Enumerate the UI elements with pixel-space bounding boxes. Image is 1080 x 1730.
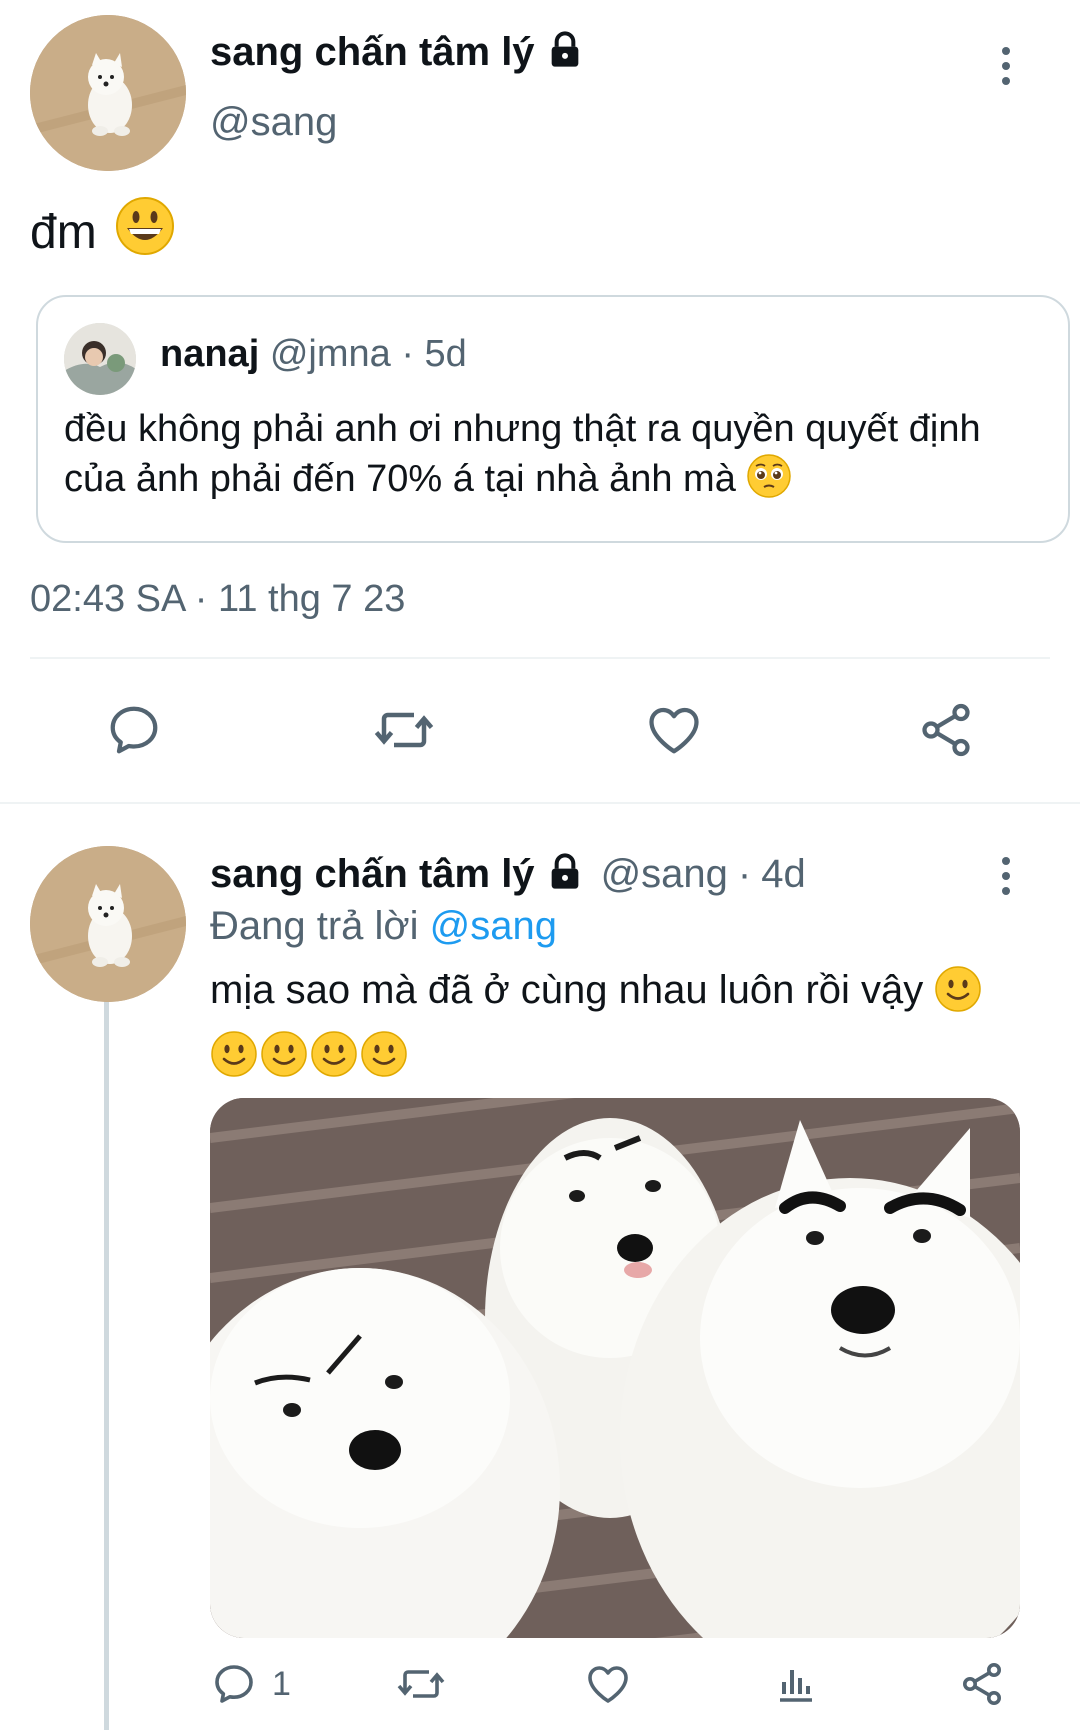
views-icon — [780, 1670, 812, 1702]
reply-icon — [110, 706, 158, 754]
tweet-photo[interactable] — [210, 1098, 1020, 1638]
quoted-author-name: nanaj — [160, 333, 260, 375]
author-name[interactable]: sang chấn tâm lý — [210, 30, 535, 75]
quoted-author-avatar — [64, 323, 136, 395]
reply-button[interactable] — [104, 700, 164, 760]
tweet-timestamp[interactable]: 02:43 SA · 11 thg 7 23 — [30, 578, 405, 621]
slight-smile-emoji — [211, 1031, 257, 1077]
grinning-emoji — [115, 196, 175, 268]
author-handle[interactable]: @sang — [210, 100, 337, 145]
pleading-emoji — [746, 453, 792, 511]
author-avatar[interactable] — [30, 15, 186, 171]
section-divider — [0, 802, 1080, 804]
share-icon — [922, 703, 970, 757]
more-icon[interactable] — [998, 46, 1014, 91]
share-icon — [963, 1663, 1001, 1705]
separator-dot: · — [737, 852, 752, 896]
views-button[interactable] — [772, 1660, 820, 1708]
retweet-icon — [374, 712, 434, 748]
thread-line — [104, 1000, 109, 1730]
replying-to-label: Đang trả lời — [210, 904, 419, 948]
slight-smile-emoji — [261, 1031, 307, 1077]
like-button[interactable] — [584, 1660, 632, 1708]
retweet-button[interactable] — [394, 1660, 448, 1708]
replying-to-handle[interactable]: @sang — [430, 904, 557, 948]
reply-count: 1 — [272, 1664, 291, 1703]
slight-smile-emoji — [934, 965, 982, 1026]
like-icon — [649, 707, 699, 754]
slight-smile-emoji — [311, 1031, 357, 1077]
quoted-tweet-age: 5d — [424, 333, 467, 375]
reply-button[interactable]: 1 — [210, 1660, 291, 1708]
quoted-tweet-card[interactable]: nanaj @jmna · 5d đều không phải anh ơi n… — [36, 295, 1070, 543]
quoted-tweet-text: đều không phải anh ơi nhưng thật ra quyề… — [64, 408, 981, 500]
like-button[interactable] — [644, 700, 704, 760]
retweet-icon — [397, 1670, 445, 1698]
slight-smile-emoji — [361, 1031, 407, 1077]
share-button[interactable] — [958, 1660, 1006, 1708]
quoted-author-handle: @jmna — [269, 333, 391, 375]
reply-text: mịa sao mà đã ở cùng nhau luôn rồi vậy — [210, 968, 924, 1012]
retweet-button[interactable] — [370, 700, 438, 760]
tweet-text: đm — [30, 205, 97, 259]
divider — [30, 657, 1050, 659]
lock-icon — [545, 30, 585, 75]
reply-author-name[interactable]: sang chấn tâm lý — [210, 852, 535, 897]
like-icon — [588, 1666, 628, 1703]
emoji-row — [210, 1030, 408, 1078]
reply-icon — [215, 1665, 253, 1703]
reply-more-icon[interactable] — [998, 856, 1014, 901]
reply-age: 4d — [761, 852, 806, 896]
lock-icon — [545, 852, 585, 897]
share-button[interactable] — [916, 700, 976, 760]
separator-dot: · — [401, 333, 414, 375]
reply-author-avatar[interactable] — [30, 846, 186, 1002]
reply-author-handle[interactable]: @sang — [601, 852, 728, 897]
